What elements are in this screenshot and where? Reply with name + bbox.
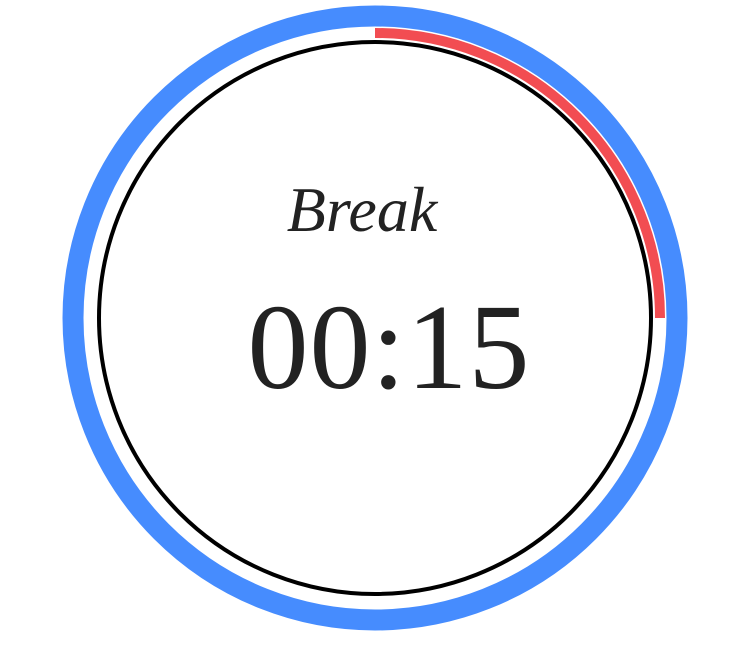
break-timer[interactable]: Break 00:15 xyxy=(0,0,753,648)
timer-countdown: 00:15 xyxy=(247,280,531,415)
timer-mode-label: Break xyxy=(286,174,438,245)
